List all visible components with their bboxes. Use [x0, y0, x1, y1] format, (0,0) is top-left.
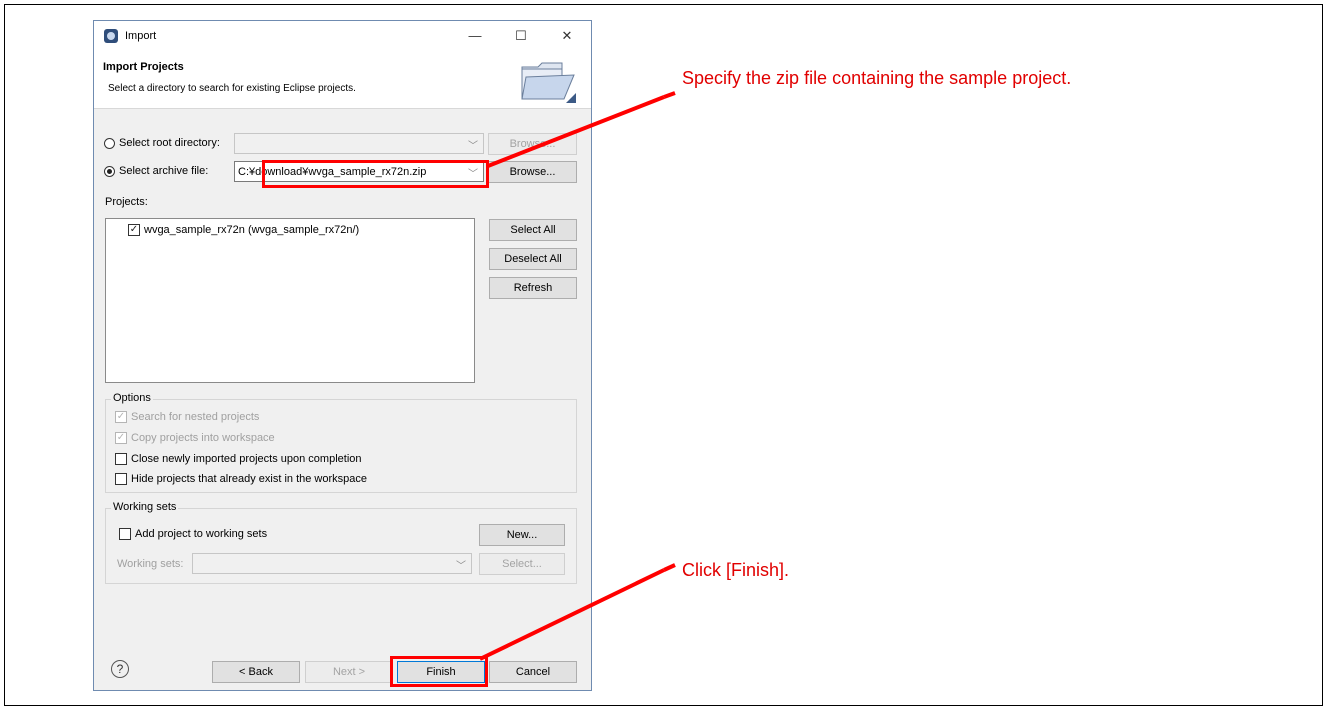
hide-existing-label: Hide projects that already exist in the …: [131, 473, 368, 485]
page-description: Select a directory to search for existin…: [108, 83, 356, 94]
import-dialog: Import — ☐ ✕ Import Projects Select a di…: [93, 20, 592, 691]
projects-list[interactable]: ✓ wvga_sample_rx72n (wvga_sample_rx72n/): [105, 218, 475, 383]
title-bar: Import — ☐ ✕: [94, 21, 591, 51]
zip-annotation: Specify the zip file containing the samp…: [682, 68, 1072, 88]
window-title: Import: [125, 30, 157, 42]
finish-highlight-box: [390, 656, 488, 687]
archive-highlight-box: [262, 160, 489, 188]
projects-label: Projects:: [105, 196, 148, 208]
deselect-all-button[interactable]: Deselect All: [489, 248, 577, 270]
wizard-header: Import Projects Select a directory to se…: [94, 51, 591, 109]
folder-icon: [521, 62, 576, 103]
archive-file-radio[interactable]: [104, 166, 115, 177]
project-checkbox[interactable]: ✓: [128, 224, 140, 236]
add-working-sets-checkbox[interactable]: [119, 528, 131, 540]
root-directory-combo[interactable]: ﹀: [234, 133, 484, 154]
hide-existing-checkbox[interactable]: [115, 473, 127, 485]
maximize-button[interactable]: ☐: [506, 27, 536, 45]
select-all-button[interactable]: Select All: [489, 219, 577, 241]
root-browse-button[interactable]: Browse...: [488, 133, 577, 155]
close-imported-label: Close newly imported projects upon compl…: [131, 453, 362, 465]
root-directory-radio[interactable]: [104, 138, 115, 149]
copy-projects-checkbox[interactable]: ✓: [115, 432, 127, 444]
nested-projects-checkbox[interactable]: ✓: [115, 411, 127, 423]
options-title: Options: [111, 392, 153, 404]
nested-projects-label: Search for nested projects: [131, 411, 260, 423]
refresh-button[interactable]: Refresh: [489, 277, 577, 299]
archive-file-label: Select archive file:: [119, 165, 209, 177]
cancel-button[interactable]: Cancel: [489, 661, 577, 683]
archive-browse-button[interactable]: Browse...: [488, 161, 577, 183]
copy-projects-label: Copy projects into workspace: [131, 432, 275, 444]
add-working-sets-label: Add project to working sets: [135, 528, 268, 540]
list-item[interactable]: ✓ wvga_sample_rx72n (wvga_sample_rx72n/): [128, 223, 468, 239]
close-imported-checkbox[interactable]: [115, 453, 127, 465]
eclipse-app-icon: [104, 29, 118, 43]
select-working-set-button[interactable]: Select...: [479, 553, 565, 575]
back-button[interactable]: < Back: [212, 661, 300, 683]
new-working-set-button[interactable]: New...: [479, 524, 565, 546]
finish-annotation: Click [Finish].: [682, 560, 790, 580]
help-icon[interactable]: ?: [111, 660, 129, 678]
root-directory-label: Select root directory:: [119, 137, 220, 149]
chevron-down-icon: ﹀: [456, 561, 466, 572]
minimize-button[interactable]: —: [460, 27, 490, 45]
working-sets-title: Working sets: [111, 501, 179, 513]
project-label: wvga_sample_rx72n (wvga_sample_rx72n/): [144, 224, 360, 236]
working-sets-label: Working sets:: [117, 558, 184, 570]
close-button[interactable]: ✕: [552, 27, 582, 45]
page-title: Import Projects: [103, 61, 184, 73]
working-sets-combo[interactable]: ﹀: [192, 553, 472, 574]
next-button[interactable]: Next >: [305, 661, 393, 683]
chevron-down-icon: ﹀: [468, 141, 478, 152]
